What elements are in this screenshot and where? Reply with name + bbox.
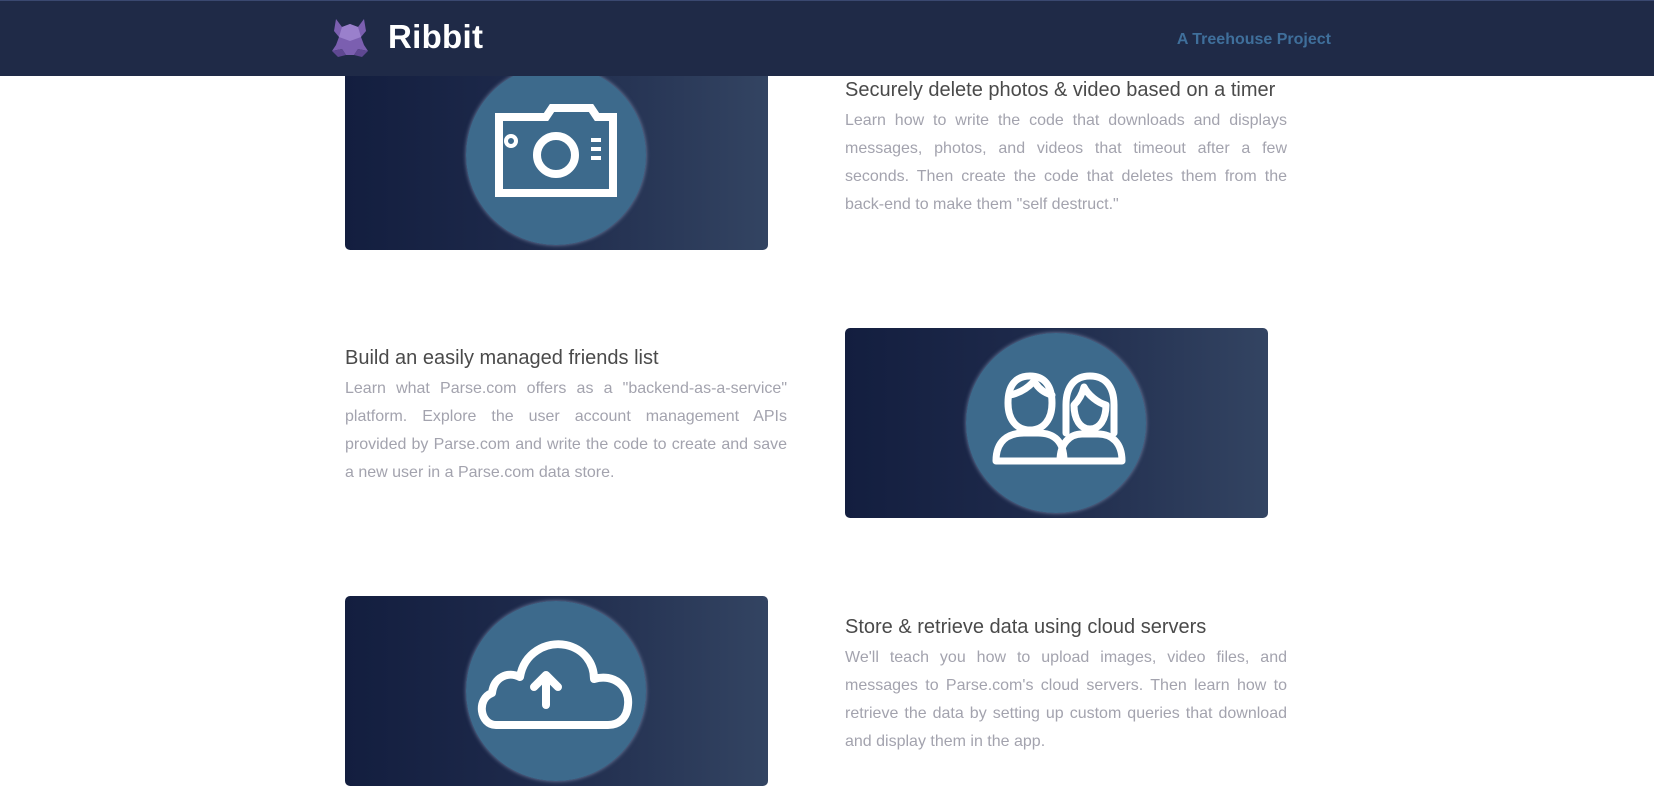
feature-description: Learn what Parse.com offers as a "backen… (345, 380, 787, 481)
icon-circle (966, 333, 1146, 513)
site-header: Ribbit A Treehouse Project (0, 0, 1654, 76)
feature-image-friends (845, 328, 1268, 518)
friends-icon (992, 372, 1126, 465)
feature-description: Learn how to write the code that downloa… (845, 112, 1287, 213)
feature-title: Build an easily managed friends list (345, 347, 659, 369)
cloud-upload-icon (478, 640, 633, 729)
feature-image-timer (345, 60, 768, 250)
brand-name: Ribbit (388, 18, 484, 55)
feature-text-timer: Securely delete photos & video based on … (845, 77, 1287, 219)
feature-title: Securely delete photos & video based on … (845, 79, 1276, 101)
icon-circle (466, 601, 646, 781)
feature-text-friends: Build an easily managed friends list Lea… (345, 345, 787, 487)
brand-home-link[interactable]: Ribbit (328, 15, 483, 59)
icon-circle (466, 65, 646, 245)
frog-icon (332, 19, 368, 57)
feature-description: We'll teach you how to upload images, vi… (845, 649, 1287, 750)
treehouse-project-link[interactable]: A Treehouse Project (1177, 31, 1331, 49)
camera-icon (495, 104, 617, 197)
feature-text-cloud: Store & retrieve data using cloud server… (845, 614, 1287, 756)
feature-image-cloud (345, 596, 768, 786)
feature-title: Store & retrieve data using cloud server… (845, 616, 1207, 638)
